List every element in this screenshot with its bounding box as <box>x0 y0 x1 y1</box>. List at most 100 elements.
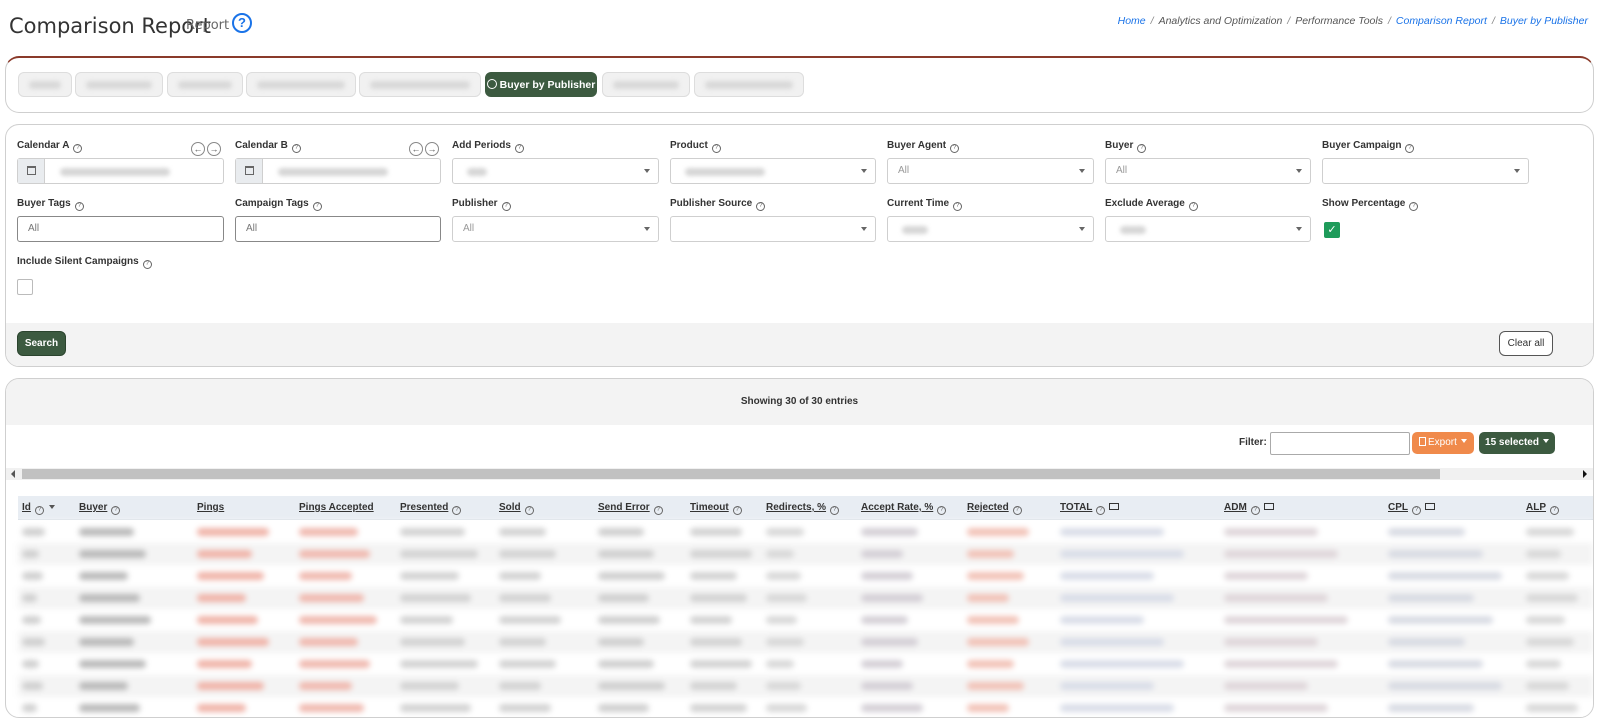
publisher-label: Publisher? <box>452 198 511 211</box>
table-cell <box>967 704 1009 712</box>
scrollbar-thumb[interactable] <box>22 469 1440 479</box>
help-icon: ? <box>653 506 663 515</box>
table-cell <box>766 616 798 624</box>
table-row[interactable] <box>18 631 1593 653</box>
col-redirects[interactable]: Redirects, %? <box>766 502 840 515</box>
tab-blurred-4[interactable] <box>246 72 356 97</box>
toggle-icon <box>1425 503 1435 510</box>
col-total[interactable]: TOTAL? <box>1060 502 1120 515</box>
breadcrumb: Home / Analytics and Optimization / Performa… <box>1117 15 1588 27</box>
publisher-select[interactable]: All <box>452 216 659 242</box>
sort-desc-icon <box>48 505 55 509</box>
campaign-tags-input[interactable]: All <box>235 216 441 242</box>
table-row[interactable] <box>18 675 1593 697</box>
breadcrumb-buyer-by-publisher[interactable]: Buyer by Publisher <box>1500 15 1588 27</box>
question-circle-icon[interactable]: ? <box>232 13 252 33</box>
toggle-icon <box>1109 503 1120 510</box>
table-row[interactable] <box>18 521 1593 543</box>
calendar-icon[interactable] <box>236 159 263 183</box>
buyer-campaign-select[interactable] <box>1322 158 1529 184</box>
table-cell <box>1060 682 1154 690</box>
table-filter-input[interactable] <box>1270 432 1410 455</box>
tab-blurred-2[interactable] <box>75 72 163 97</box>
horizontal-scrollbar[interactable] <box>6 468 1593 480</box>
calendar-b-label: Calendar B? <box>235 140 301 153</box>
breadcrumb-home[interactable]: Home <box>1118 15 1146 27</box>
buyer-agent-select[interactable]: All <box>887 158 1094 184</box>
col-accept-rate[interactable]: Accept Rate, %? <box>861 502 947 515</box>
help-icon: ? <box>732 506 742 515</box>
help-icon: ? <box>1409 202 1419 211</box>
arrow-right-icon[interactable]: → <box>425 142 439 156</box>
table-cell <box>499 594 551 602</box>
table-cell <box>1224 682 1308 690</box>
table-row[interactable] <box>18 697 1593 717</box>
publisher-source-select[interactable] <box>670 216 876 242</box>
scroll-left-icon[interactable] <box>11 470 15 478</box>
col-presented[interactable]: Presented? <box>400 502 462 515</box>
calendar-icon[interactable] <box>18 159 45 183</box>
calendar-a-input[interactable] <box>17 158 224 184</box>
show-percentage-checkbox[interactable]: ✓ <box>1324 222 1340 238</box>
table-cell <box>1224 572 1308 580</box>
tab-blurred-1[interactable] <box>18 72 72 97</box>
table-row[interactable] <box>18 543 1593 565</box>
col-pings[interactable]: Pings <box>197 502 224 513</box>
breadcrumb-comparison-report[interactable]: Comparison Report <box>1396 15 1487 27</box>
current-time-select[interactable] <box>887 216 1094 242</box>
page-header: Comparison Report Report ? Home / Analytic… <box>0 0 1600 52</box>
table-cell <box>967 572 1024 580</box>
arrow-left-icon[interactable]: ← <box>191 142 205 156</box>
columns-selected-button[interactable]: 15 selected <box>1479 432 1555 454</box>
col-pings-accepted[interactable]: Pings Accepted <box>299 502 374 513</box>
col-send-error[interactable]: Send Error? <box>598 502 663 515</box>
col-rejected[interactable]: Rejected? <box>967 502 1022 515</box>
tab-blurred-7[interactable] <box>694 72 804 97</box>
export-button[interactable]: Export <box>1412 432 1474 454</box>
buyer-select[interactable]: All <box>1105 158 1311 184</box>
tab-buyer-by-publisher[interactable]: Buyer by Publisher <box>485 72 597 97</box>
table-cell <box>79 704 140 712</box>
user-circle-icon <box>486 79 497 89</box>
col-id[interactable]: Id? <box>22 502 55 515</box>
campaign-tags-label: Campaign Tags? <box>235 198 322 211</box>
include-silent-checkbox[interactable] <box>17 279 33 295</box>
document-icon <box>1419 437 1426 446</box>
table-cell <box>766 572 801 580</box>
col-cpl[interactable]: CPL? <box>1388 502 1435 515</box>
col-buyer[interactable]: Buyer? <box>79 502 121 515</box>
table-row[interactable] <box>18 653 1593 675</box>
tab-blurred-6[interactable] <box>602 72 690 97</box>
col-timeout[interactable]: Timeout? <box>690 502 742 515</box>
table-row[interactable] <box>18 565 1593 587</box>
table-cell <box>1388 550 1484 558</box>
exclude-average-select[interactable] <box>1105 216 1311 242</box>
col-alp[interactable]: ALP? <box>1526 502 1559 515</box>
help-icon: ? <box>830 506 840 515</box>
table-cell <box>766 528 804 536</box>
table-cell <box>400 594 472 602</box>
buyer-tags-input[interactable]: All <box>17 216 224 242</box>
table-cell <box>690 616 732 624</box>
search-button[interactable]: Search <box>17 331 66 356</box>
help-icon: ? <box>1405 144 1415 153</box>
scroll-right-icon[interactable] <box>1583 470 1587 478</box>
tab-blurred-5[interactable] <box>359 72 481 97</box>
table-row[interactable] <box>18 609 1593 631</box>
add-periods-select[interactable] <box>452 158 659 184</box>
arrow-right-icon[interactable]: → <box>207 142 221 156</box>
table-cell <box>1060 594 1174 602</box>
tab-blurred-3[interactable] <box>167 72 243 97</box>
table-cell <box>299 550 371 558</box>
table-cell <box>1060 638 1164 646</box>
chevron-down-icon <box>861 227 867 231</box>
arrow-left-icon[interactable]: ← <box>409 142 423 156</box>
calendar-b-input[interactable] <box>235 158 441 184</box>
col-adm[interactable]: ADM? <box>1224 502 1274 515</box>
table-row[interactable] <box>18 587 1593 609</box>
table-cell <box>299 682 352 690</box>
product-select[interactable] <box>670 158 876 184</box>
clear-all-button[interactable]: Clear all <box>1499 331 1553 356</box>
col-sold[interactable]: Sold? <box>499 502 534 515</box>
table-cell <box>400 528 465 536</box>
